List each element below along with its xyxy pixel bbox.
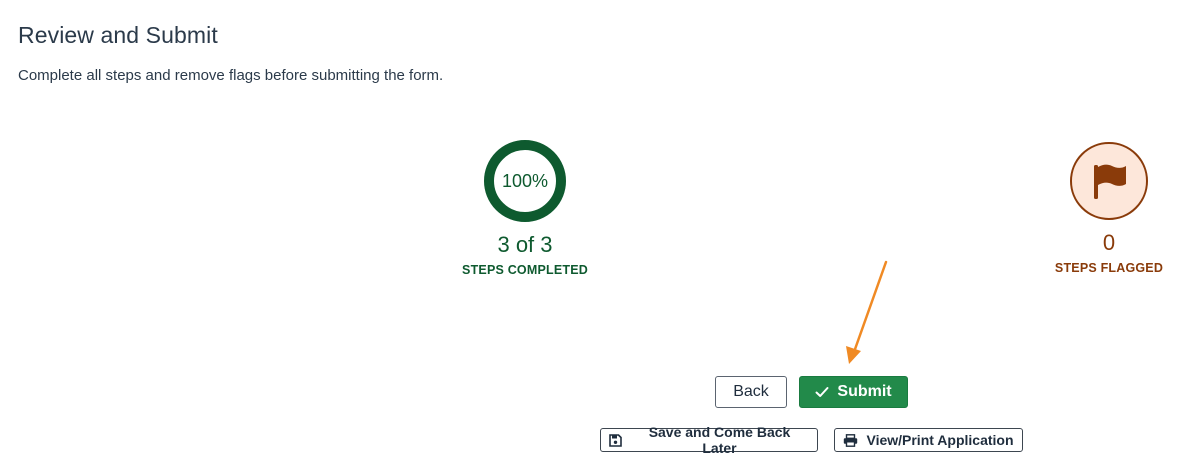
save-label: Save and Come Back Later [648, 424, 791, 456]
save-and-come-back-later-button[interactable]: Save and Come Back Later [600, 424, 818, 456]
steps-completed-count: 3 of 3 [497, 232, 553, 257]
progress-ring: 100% [484, 140, 566, 222]
print-label: View/Print Application [866, 432, 1014, 448]
printer-icon [843, 433, 858, 447]
submit-label: Submit [837, 383, 892, 400]
page-title: Review and Submit [18, 22, 218, 48]
view-print-application-button[interactable]: View/Print Application [834, 428, 1023, 452]
steps-completed-summary: 100% 3 of 3 STEPS COMPLETED [424, 140, 626, 277]
steps-completed-caption: STEPS COMPLETED [462, 263, 588, 277]
flag-icon [1094, 164, 1126, 199]
annotation-arrow-icon [846, 260, 888, 364]
check-icon [815, 386, 829, 398]
steps-flagged-summary: 0 STEPS FLAGGED [1030, 140, 1188, 275]
flag-badge [1070, 142, 1148, 220]
back-button[interactable]: Back [715, 376, 787, 408]
save-icon [609, 433, 622, 447]
page-subtitle: Complete all steps and remove flags befo… [18, 67, 444, 84]
steps-flagged-caption: STEPS FLAGGED [1054, 261, 1164, 275]
submit-button[interactable]: Submit [799, 376, 908, 408]
steps-flagged-count: 0 [1102, 230, 1116, 255]
progress-percent: 100% [501, 171, 549, 191]
